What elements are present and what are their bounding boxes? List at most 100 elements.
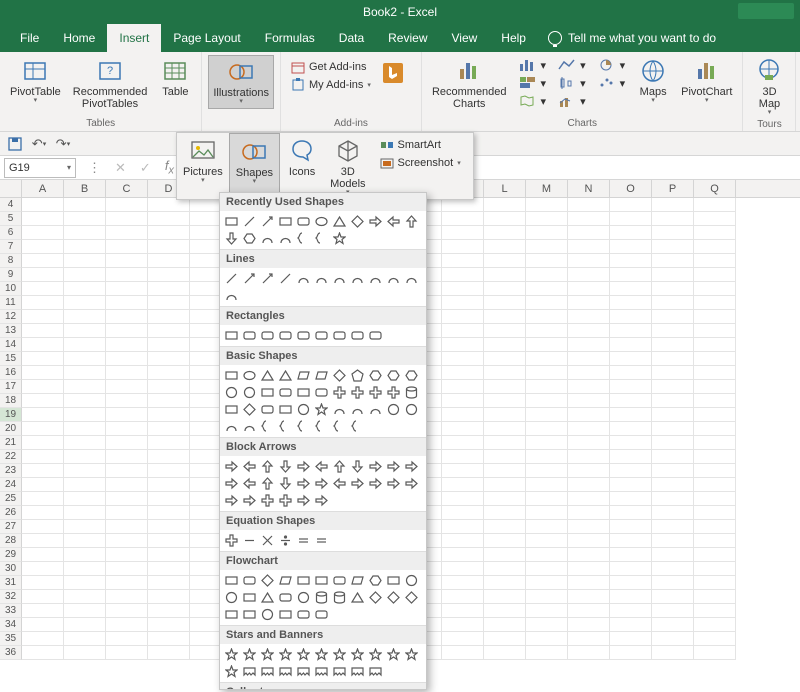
cell[interactable] (22, 254, 64, 268)
cell[interactable] (652, 618, 694, 632)
cell[interactable] (610, 310, 652, 324)
shape-star[interactable] (404, 647, 419, 662)
cell[interactable] (148, 604, 190, 618)
cell[interactable] (694, 520, 736, 534)
cell[interactable] (442, 394, 484, 408)
cell[interactable] (64, 604, 106, 618)
shape-plus[interactable] (368, 385, 383, 400)
cell[interactable] (694, 492, 736, 506)
cell[interactable] (652, 534, 694, 548)
cell[interactable] (442, 450, 484, 464)
cell[interactable] (694, 478, 736, 492)
cell[interactable] (652, 268, 694, 282)
shape-eq[interactable] (314, 533, 329, 548)
cell[interactable] (652, 296, 694, 310)
shape-arrR[interactable] (350, 476, 365, 491)
cell[interactable] (22, 408, 64, 422)
tab-home[interactable]: Home (51, 24, 107, 52)
cell[interactable] (694, 618, 736, 632)
cell[interactable] (694, 450, 736, 464)
cell[interactable] (22, 632, 64, 646)
cell[interactable] (442, 324, 484, 338)
cell[interactable] (568, 632, 610, 646)
row-header[interactable]: 8 (0, 254, 22, 268)
icons-button[interactable]: Icons (280, 133, 324, 199)
cell[interactable] (484, 338, 526, 352)
cell[interactable] (22, 240, 64, 254)
cell[interactable] (106, 464, 148, 478)
bing-button[interactable] (379, 55, 415, 94)
cell[interactable] (106, 254, 148, 268)
cell[interactable] (22, 646, 64, 660)
cell[interactable] (526, 506, 568, 520)
cell[interactable] (568, 338, 610, 352)
cell[interactable] (106, 226, 148, 240)
cell[interactable] (148, 646, 190, 660)
cell[interactable] (442, 534, 484, 548)
column-header[interactable]: Q (694, 180, 736, 197)
cell[interactable] (148, 590, 190, 604)
cell[interactable] (694, 240, 736, 254)
cell[interactable] (694, 534, 736, 548)
cell[interactable] (652, 562, 694, 576)
shape-banner[interactable] (278, 664, 293, 679)
cell[interactable] (106, 646, 148, 660)
cell[interactable] (652, 590, 694, 604)
shape-banner[interactable] (350, 664, 365, 679)
cell[interactable] (652, 282, 694, 296)
cell[interactable] (106, 450, 148, 464)
shape-circle[interactable] (296, 402, 311, 417)
cell[interactable] (64, 436, 106, 450)
shape-arrow[interactable] (242, 271, 257, 286)
shape-arrR[interactable] (386, 476, 401, 491)
cell[interactable] (526, 534, 568, 548)
cell[interactable] (526, 198, 568, 212)
cell[interactable] (22, 534, 64, 548)
cell[interactable] (22, 394, 64, 408)
shape-tri[interactable] (260, 590, 275, 605)
shape-arrR[interactable] (296, 459, 311, 474)
cell[interactable] (148, 198, 190, 212)
shape-rrect[interactable] (350, 328, 365, 343)
cell[interactable] (148, 338, 190, 352)
cell[interactable] (148, 436, 190, 450)
cell[interactable] (568, 408, 610, 422)
tab-help[interactable]: Help (489, 24, 538, 52)
cell[interactable] (484, 324, 526, 338)
cell[interactable] (22, 618, 64, 632)
cell[interactable] (484, 478, 526, 492)
shape-arrR[interactable] (368, 214, 383, 229)
cell[interactable] (652, 548, 694, 562)
cell[interactable] (22, 198, 64, 212)
cell[interactable] (484, 254, 526, 268)
row-header[interactable]: 7 (0, 240, 22, 254)
shape-hex[interactable] (404, 368, 419, 383)
cell[interactable] (610, 520, 652, 534)
cell[interactable] (148, 618, 190, 632)
smartart-button[interactable]: SmartArt (376, 137, 465, 153)
cell[interactable] (694, 464, 736, 478)
cell[interactable] (22, 310, 64, 324)
cell[interactable] (148, 366, 190, 380)
shape-tri[interactable] (350, 590, 365, 605)
cell[interactable] (526, 646, 568, 660)
cell[interactable] (484, 310, 526, 324)
row-header[interactable]: 34 (0, 618, 22, 632)
cell[interactable] (22, 352, 64, 366)
cell[interactable] (484, 212, 526, 226)
tell-me-search[interactable]: Tell me what you want to do (548, 24, 716, 52)
shape-hex[interactable] (368, 368, 383, 383)
cell[interactable] (64, 646, 106, 660)
pivottable-button[interactable]: PivotTable (6, 55, 65, 107)
shape-star[interactable] (278, 647, 293, 662)
cell[interactable] (442, 268, 484, 282)
cell[interactable] (694, 408, 736, 422)
cell[interactable] (694, 506, 736, 520)
shape-brace[interactable] (332, 419, 347, 434)
cell[interactable] (484, 506, 526, 520)
shape-star[interactable] (350, 647, 365, 662)
shape-rrect[interactable] (278, 328, 293, 343)
cell[interactable] (568, 226, 610, 240)
shape-rrect[interactable] (242, 328, 257, 343)
shape-star[interactable] (242, 647, 257, 662)
